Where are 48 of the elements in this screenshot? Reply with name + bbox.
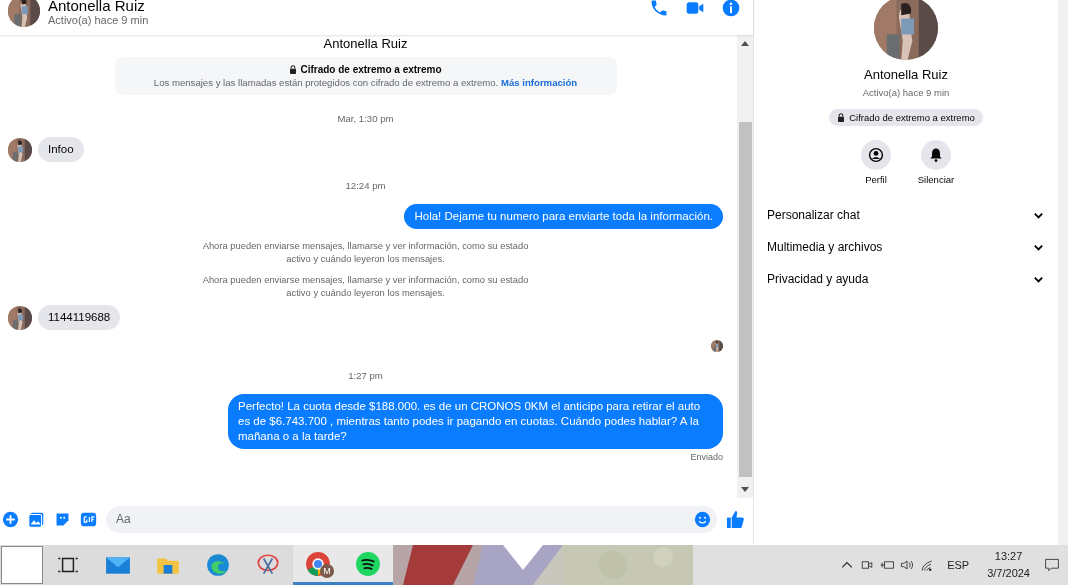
contact-name: Antonella Ruiz xyxy=(322,36,409,51)
notification-icon[interactable] xyxy=(1044,557,1060,573)
section-header[interactable]: Multimedia y archivos xyxy=(754,231,1058,263)
lock-icon xyxy=(289,65,298,74)
music-app-icon[interactable] xyxy=(355,550,381,577)
language-indicator[interactable]: ESP xyxy=(947,559,970,571)
bell-icon[interactable] xyxy=(921,140,951,170)
profile-icon[interactable] xyxy=(861,140,891,170)
action-label: Silenciar xyxy=(917,174,955,185)
active-status: Activo(a) hace 9 min xyxy=(861,87,951,98)
lock-icon xyxy=(837,113,846,122)
taskbar-button[interactable]: M xyxy=(293,545,343,585)
timestamp: 1:27 pm xyxy=(347,370,384,382)
plus-icon[interactable] xyxy=(2,510,19,528)
profile-badge: M xyxy=(320,564,334,578)
speaker-icon[interactable] xyxy=(899,557,916,573)
message-bubble: Perfecto! La cuota desde $188.000. es de un CRONOS 0KM el anticipo para retirar el auto es de $6.743.700 , mientras tanto podes ir pagando en cuotas. Cuándo podes hablar? A la mañana o a la tarde? xyxy=(228,394,723,449)
info-icon[interactable] xyxy=(721,0,741,18)
sent-status: Enviado xyxy=(690,452,723,463)
phone-icon[interactable] xyxy=(649,0,669,18)
thumbs-up-icon[interactable] xyxy=(726,509,745,529)
timestamp: 12:24 pm xyxy=(344,180,387,192)
contact-name: Antonella Ruiz xyxy=(48,0,146,14)
emoji-icon[interactable] xyxy=(694,510,711,528)
encryption-label: Cifrado de extremo a extremo xyxy=(849,112,975,123)
timestamp: Mar, 1:30 pm xyxy=(336,113,395,125)
image-icon[interactable] xyxy=(28,510,45,528)
scrollbar[interactable] xyxy=(1058,0,1068,545)
encryption-notice: Los mensajes y las llamadas están protegidos con cifrado de extremo a extremo. xyxy=(153,77,499,88)
message-bubble: Hola! Dejame tu numero para enviarte toda la información. xyxy=(404,204,723,229)
clock-date[interactable]: 3/7/2024 xyxy=(987,565,1030,582)
gif-icon[interactable] xyxy=(80,510,97,528)
scrollbar[interactable] xyxy=(737,35,753,498)
action-label: Perfil xyxy=(865,174,887,185)
system-notice: Ahora pueden enviarse mensajes, llamarse y ver información, como su estado activo y cuándo leyeron los mensajes. xyxy=(201,273,530,299)
section-header[interactable]: Privacidad y ayuda xyxy=(754,263,1058,295)
system-notice: Ahora pueden enviarse mensajes, llamarse y ver información, como su estado activo y cuándo leyeron los mensajes. xyxy=(201,239,530,265)
active-status: Activo(a) hace 9 min xyxy=(48,14,150,27)
encryption-heading: Cifrado de extremo a extremo xyxy=(300,63,442,76)
profile-name: Antonella Ruiz xyxy=(863,67,949,82)
message-bubble: 1144119688 xyxy=(38,305,121,330)
message-bubble: Infoo xyxy=(38,137,84,162)
section-header[interactable]: Personalizar chat xyxy=(754,199,1058,231)
more-info-link[interactable]: Más información xyxy=(500,77,578,88)
clock-time[interactable]: 13:27 xyxy=(987,548,1030,565)
taskbar-button[interactable] xyxy=(343,545,393,585)
browser-icon[interactable] xyxy=(205,552,231,578)
message-input[interactable]: Aa xyxy=(106,505,717,533)
